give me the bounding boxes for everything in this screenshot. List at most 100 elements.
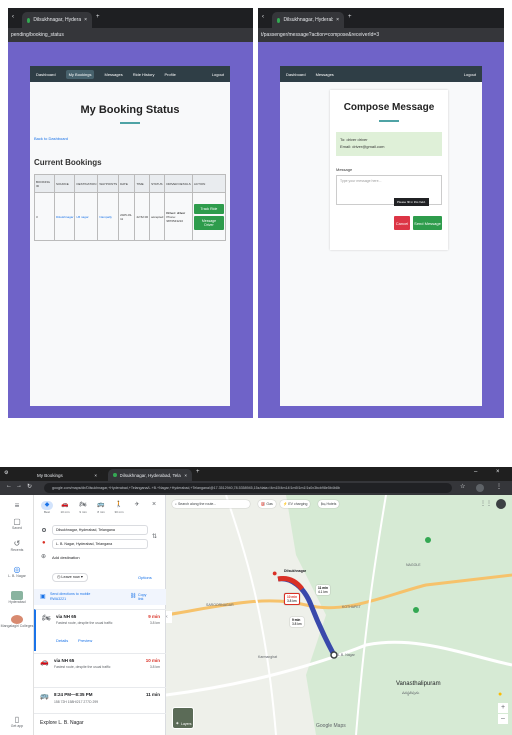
- logout-link[interactable]: Logout: [212, 72, 224, 77]
- zoom-out-icon[interactable]: –: [498, 714, 508, 724]
- cell-driver-details: Driver: driver Phone: 9876543210: [164, 192, 193, 241]
- chip-ev-charging[interactable]: ⚡ EV charging: [280, 500, 311, 508]
- cell-waypoints[interactable]: Nampally: [97, 192, 120, 241]
- close-tab-icon[interactable]: ×: [84, 17, 87, 23]
- car-icon: 🚗: [61, 502, 69, 508]
- layers-button[interactable]: ◈ Layers: [172, 707, 194, 729]
- nav-my-bookings[interactable]: My Bookings: [65, 69, 95, 79]
- nav-ride-history[interactable]: Ride History: [133, 72, 155, 77]
- back-arrow-icon[interactable]: ‹: [12, 14, 14, 20]
- leave-now-dropdown[interactable]: ◷ Leave now ▾: [52, 573, 88, 582]
- mode-best[interactable]: ◆ Best: [40, 501, 54, 514]
- reload-icon[interactable]: ↻: [27, 483, 32, 490]
- forward-icon[interactable]: →: [16, 483, 22, 489]
- page-title: Compose Message: [343, 102, 435, 113]
- menu-dots-icon[interactable]: ⋮: [496, 483, 502, 490]
- search-along-route-input[interactable]: ⌕ Search along the route...: [172, 500, 250, 508]
- mode-transit[interactable]: 🚌 8 min: [94, 501, 108, 514]
- cancel-button[interactable]: Cancel: [394, 216, 410, 230]
- travel-modes: ◆ Best 🚗 10 min 🏍 9 min 🚌 8 min 🚶 30 min ✈: [40, 501, 144, 514]
- rail-get-app[interactable]: ▯ Get app: [0, 715, 34, 728]
- nav-messages[interactable]: Messages: [104, 72, 122, 77]
- rail-recents[interactable]: ↺ Recents: [0, 539, 34, 552]
- map-canvas[interactable]: ⌕ Search along the route... ⛽ Gas ⚡ EV c…: [166, 495, 512, 735]
- explore-section[interactable]: Explore L. B. Nagar: [34, 713, 166, 735]
- browser-tab[interactable]: Dilsukhnagar, Hyderabad, Tela... ×: [22, 12, 92, 28]
- swap-icon[interactable]: ⇅: [152, 533, 157, 540]
- nav-profile[interactable]: Profile: [165, 72, 176, 77]
- motorbike-icon: 🏍: [42, 615, 51, 622]
- mode-drive[interactable]: 🚗 10 min: [58, 501, 72, 514]
- send-code: RWA3221: [50, 597, 67, 601]
- cell-destination[interactable]: LB nagar: [74, 192, 99, 241]
- profile-icon[interactable]: [476, 484, 484, 492]
- nav-messages[interactable]: Messages: [316, 72, 334, 77]
- label-saroornagar: SAROORNAGAR: [206, 603, 234, 607]
- collapse-panel-icon[interactable]: ‹: [166, 611, 172, 623]
- walk-icon: 🚶: [115, 502, 123, 508]
- url-input[interactable]: google.com/maps/dir/Dilsukhnagar,+Hydera…: [44, 483, 452, 493]
- origin-input[interactable]: Dilsukhnagar, Hyderabad, Telangana: [52, 525, 148, 535]
- new-tab-icon[interactable]: +: [348, 14, 352, 20]
- cell-date: 2025-03-11: [118, 192, 136, 241]
- url-bar[interactable]: pending/booking_status: [8, 28, 253, 42]
- mode-motorbike[interactable]: 🏍 9 min: [76, 501, 90, 514]
- close-window-icon[interactable]: ×: [496, 469, 500, 475]
- track-ride-button[interactable]: Track Ride: [193, 203, 224, 214]
- maps-window: ⚙ My Bookings × Dilsukhnagar, Hyderabad,…: [0, 467, 512, 735]
- zoom-in-icon[interactable]: +: [498, 703, 508, 713]
- route-time-badge-1[interactable]: 10 min 3.8 km: [284, 593, 301, 605]
- route-time-badge-3[interactable]: 9 min 3.8 km: [290, 617, 304, 627]
- route-option-2[interactable]: 🚗 via NH 65 Fastest route, despite the u…: [34, 653, 166, 685]
- minimize-icon[interactable]: –: [474, 469, 477, 475]
- copy-link[interactable]: Copy link: [138, 593, 152, 601]
- details-link[interactable]: Details: [56, 638, 68, 643]
- preview-link[interactable]: Preview: [78, 638, 92, 643]
- message-driver-button[interactable]: Message Driver: [193, 215, 224, 230]
- nav-dashboard[interactable]: Dashboard: [286, 72, 306, 77]
- new-tab-icon[interactable]: +: [96, 14, 100, 20]
- rail-hyderabad[interactable]: Hyderabad: [0, 591, 34, 604]
- back-icon[interactable]: ←: [6, 483, 12, 489]
- title-underline: [120, 122, 140, 124]
- add-destination-link[interactable]: Add destination: [52, 555, 80, 560]
- compose-form-card: Compose Message To: driver driver Email:…: [330, 90, 448, 250]
- cell-source[interactable]: Dilsukhnagar: [53, 192, 76, 241]
- tab-my-bookings[interactable]: My Bookings ×: [32, 469, 102, 481]
- browser-tab[interactable]: Dilsukhnagar, Hyderabad, Tela... ×: [272, 12, 344, 28]
- logout-link[interactable]: Logout: [464, 72, 476, 77]
- transit-option[interactable]: 🚌 8:24 PM—8:35 PM 11 min 158 72H 158H/21…: [34, 687, 166, 711]
- account-avatar-icon[interactable]: [496, 499, 506, 509]
- route-option-1[interactable]: 🏍 via NH 65 Fastest route, despite the u…: [34, 609, 166, 651]
- close-tab-icon[interactable]: ×: [184, 473, 187, 478]
- maps-favicon-icon: [113, 473, 117, 477]
- tab-maps[interactable]: Dilsukhnagar, Hyderabad, Telang... ×: [108, 469, 192, 481]
- close-directions-icon[interactable]: ×: [152, 501, 156, 508]
- rail-lb-nagar[interactable]: ◎ L. B. Nagar: [0, 565, 34, 578]
- window-menu-icon[interactable]: ⚙: [4, 470, 8, 476]
- rail-menu[interactable]: ≡: [0, 501, 34, 510]
- mode-walk[interactable]: 🚶 30 min: [112, 501, 126, 514]
- new-tab-icon[interactable]: +: [196, 469, 200, 475]
- send-message-button[interactable]: Send Message: [413, 216, 442, 230]
- close-tab-icon[interactable]: ×: [336, 17, 339, 23]
- send-to-mobile-row[interactable]: ▣ Send directions to mobile RWA3221 ⛓ Co…: [34, 589, 166, 605]
- url-bar[interactable]: t/passenger/message?action=compose&recei…: [258, 28, 504, 42]
- route-time-badge-2[interactable]: 11 min 4.1 km: [316, 585, 330, 595]
- chip-gas[interactable]: ⛽ Gas: [258, 500, 276, 508]
- apps-grid-icon[interactable]: ⋮⋮: [480, 500, 492, 507]
- close-tab-icon[interactable]: ×: [94, 473, 97, 478]
- options-link[interactable]: Options: [138, 575, 152, 580]
- back-to-dashboard-link[interactable]: Back to Dashboard: [34, 136, 68, 141]
- pegman-icon[interactable]: ●: [498, 691, 502, 698]
- destination-input[interactable]: L. B. Nagar, Hyderabad, Telangana: [52, 539, 148, 549]
- chip-hotels[interactable]: 🛏 Hotels: [318, 500, 340, 508]
- add-destination-icon[interactable]: ⊕: [41, 553, 46, 560]
- mode-flight[interactable]: ✈: [130, 501, 144, 514]
- nav-dashboard[interactable]: Dashboard: [36, 72, 56, 77]
- origin-pin-icon: ●: [272, 568, 278, 578]
- bookmark-star-icon[interactable]: ☆: [460, 483, 465, 490]
- rail-saved[interactable]: ▢ Saved: [0, 517, 34, 530]
- rail-mangalagiri[interactable]: Mangalagiri Colleges: [0, 615, 34, 628]
- back-arrow-icon[interactable]: ‹: [262, 14, 264, 20]
